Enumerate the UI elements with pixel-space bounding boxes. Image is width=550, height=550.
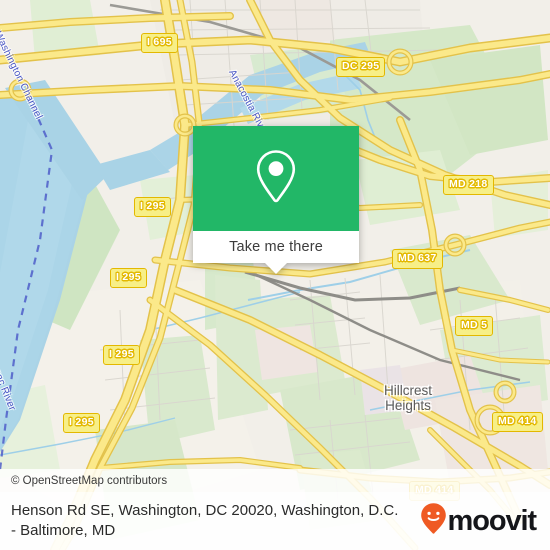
place-label: Hillcrest Heights [384, 383, 433, 413]
road-shield: I 295 [103, 345, 140, 365]
moovit-map-screenshot: I 695 DC 295 MD 218 I 295 MD 637 I 295 MD 5 I 2… [0, 0, 550, 550]
map-canvas[interactable]: I 695 DC 295 MD 218 I 295 MD 637 I 295 MD 5 I 2… [0, 0, 550, 550]
location-popup-card[interactable]: Take me there [193, 126, 359, 274]
popup-tail-pointer [265, 263, 287, 274]
location-pin-icon [254, 148, 298, 209]
take-me-there-button[interactable]: Take me there [193, 231, 359, 263]
map-basemap [0, 0, 550, 550]
road-shield: MD 5 [455, 316, 494, 336]
road-shield: I 295 [63, 413, 100, 433]
address-text: Henson Rd SE, Washington, DC 20020, Wash… [11, 502, 399, 539]
footer-bar: Henson Rd SE, Washington, DC 20020, Wash… [0, 492, 550, 550]
openstreetmap-attribution[interactable]: © OpenStreetMap contributors [0, 475, 167, 487]
map-attribution-bar: © OpenStreetMap contributors [0, 469, 550, 492]
moovit-logo[interactable]: moovit [420, 502, 538, 540]
popup-pin-area [193, 126, 359, 231]
road-shield: I 695 [141, 33, 178, 53]
road-shield: DC 295 [336, 57, 386, 77]
road-shield: MD 414 [492, 412, 543, 432]
moovit-wordmark: moovit [447, 504, 538, 537]
road-shield: I 295 [110, 268, 147, 288]
road-shield: MD 218 [443, 175, 494, 195]
moovit-pin-icon [420, 502, 447, 540]
road-shield: I 295 [134, 197, 171, 217]
take-me-there-label: Take me there [229, 238, 323, 255]
road-shield: MD 637 [392, 249, 443, 269]
